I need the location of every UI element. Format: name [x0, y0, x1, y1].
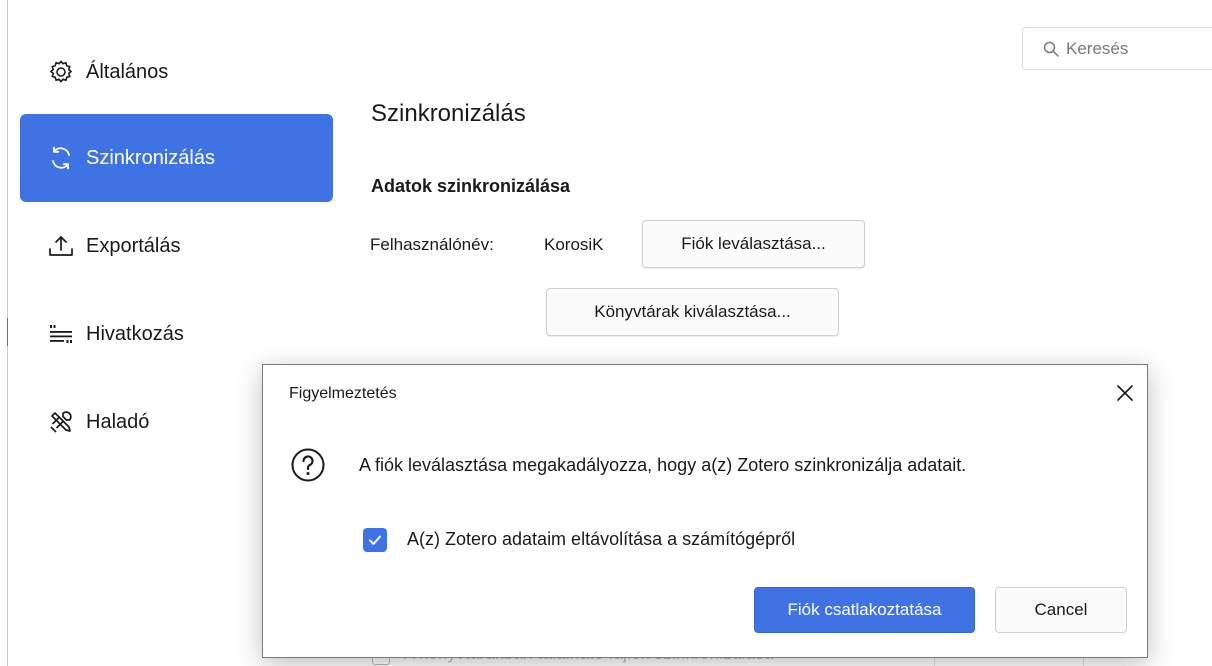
sidebar-item-label: Haladó — [86, 410, 150, 433]
remove-data-label[interactable]: A(z) Zotero adataim eltávolítása a számí… — [407, 529, 795, 550]
choose-libraries-button[interactable]: Könyvtárak kiválasztása... — [546, 288, 839, 336]
search-box[interactable] — [1022, 27, 1212, 70]
sync-icon — [46, 143, 76, 173]
search-input[interactable] — [1064, 37, 1208, 60]
sidebar-item-label: Hivatkozás — [86, 322, 184, 345]
tools-icon — [46, 407, 76, 437]
close-icon[interactable] — [1113, 381, 1137, 405]
question-icon — [291, 448, 325, 482]
warning-dialog: Figyelmeztetés A fiók leválasztása megak… — [262, 364, 1148, 658]
sidebar-item-label: Szinkronizálás — [86, 146, 215, 169]
export-icon — [46, 231, 76, 261]
gear-icon — [46, 57, 76, 87]
sidebar-item-sync[interactable]: Szinkronizálás — [20, 114, 333, 202]
sidebar-item-label: Exportálás — [86, 234, 181, 257]
dialog-title: Figyelmeztetés — [289, 385, 397, 402]
unlink-account-button[interactable]: Fiók leválasztása... — [642, 220, 865, 268]
page-title: Szinkronizálás — [371, 100, 526, 127]
remove-data-checkbox[interactable] — [363, 528, 387, 552]
check-icon — [369, 535, 381, 545]
sidebar-item-label: Általános — [86, 60, 169, 83]
cancel-button[interactable]: Cancel — [995, 587, 1127, 633]
connect-account-button[interactable]: Fiók csatlakoztatása — [754, 587, 975, 633]
window-resize-handle[interactable] — [7, 318, 8, 346]
dialog-message: A fiók leválasztása megakadályozza, hogy… — [359, 455, 967, 475]
username-label: Felhasználónév: — [370, 235, 494, 254]
search-icon — [1043, 41, 1059, 57]
sidebar-item-export[interactable]: Exportálás — [20, 202, 333, 290]
sidebar-item-general[interactable]: Általános — [20, 28, 333, 116]
section-title: Adatok szinkronizálása — [371, 176, 571, 196]
username-value: KorosiK — [544, 235, 604, 254]
cite-icon — [46, 319, 76, 349]
